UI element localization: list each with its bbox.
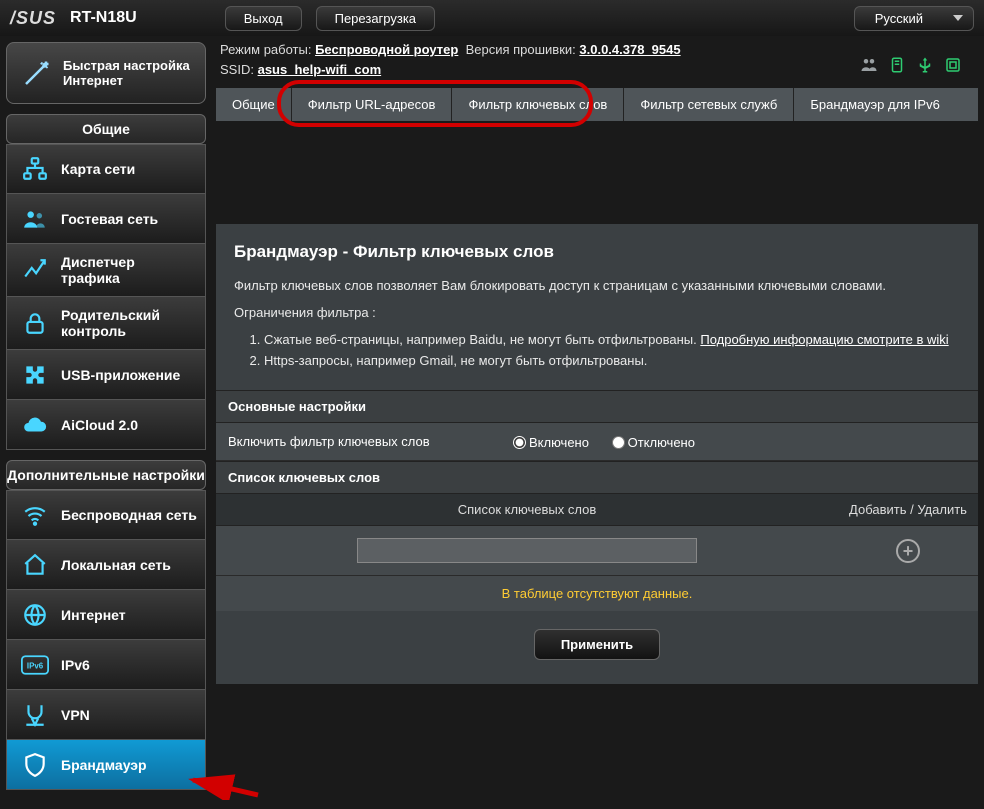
ssid-value[interactable]: asus_help-wifi_com bbox=[258, 62, 382, 77]
brand-logo: /SUS bbox=[10, 8, 56, 29]
sidebar-item-home[interactable]: Локальная сеть bbox=[6, 540, 206, 590]
sidebar-item-label: USB-приложение bbox=[61, 367, 180, 383]
sidebar-item-label: AiCloud 2.0 bbox=[61, 417, 138, 433]
wiki-link[interactable]: Подробную информацию смотрите в wiki bbox=[700, 332, 948, 347]
lock-icon bbox=[21, 309, 49, 337]
restrict-list: Сжатые веб-страницы, например Baidu, не … bbox=[234, 332, 960, 368]
sidebar-item-label: Карта сети bbox=[61, 161, 135, 177]
description: Фильтр ключевых слов позволяет Вам блоки… bbox=[234, 278, 960, 293]
sidebar-item-label: Беспроводная сеть bbox=[61, 507, 197, 523]
vpn-icon bbox=[21, 701, 49, 729]
home-icon bbox=[21, 551, 49, 579]
logout-button[interactable]: Выход bbox=[225, 6, 302, 31]
info-bar: Режим работы: Беспроводной роутер Версия… bbox=[220, 40, 964, 79]
section-list: Список ключевых слов bbox=[216, 461, 978, 494]
status-icons bbox=[860, 56, 962, 74]
wifi-status-icon[interactable] bbox=[888, 56, 906, 74]
language-select[interactable]: Русский bbox=[854, 6, 974, 31]
chevron-down-icon bbox=[953, 15, 963, 21]
col-action: Добавить / Удалить bbox=[838, 494, 978, 525]
wifi-icon bbox=[21, 501, 49, 529]
model-label: RT-N18U bbox=[70, 9, 137, 27]
sidebar-item-vpn[interactable]: VPN bbox=[6, 690, 206, 740]
sidebar-item-label: Гостевая сеть bbox=[61, 211, 158, 227]
clients-icon[interactable] bbox=[860, 56, 878, 74]
tab-netservice-filter[interactable]: Фильтр сетевых служб bbox=[624, 88, 794, 121]
section-basic: Основные настройки bbox=[216, 390, 978, 423]
reboot-button[interactable]: Перезагрузка bbox=[316, 6, 435, 31]
sidebar-item-network-map[interactable]: Карта сети bbox=[6, 144, 206, 194]
panel: Брандмауэр - Фильтр ключевых слов Фильтр… bbox=[216, 224, 978, 684]
sidebar-item-label: IPv6 bbox=[61, 657, 90, 673]
tab-general[interactable]: Общие bbox=[216, 88, 292, 121]
apply-button[interactable]: Применить bbox=[534, 629, 660, 660]
sidebar-item-traffic[interactable]: Диспетчер трафика bbox=[6, 244, 206, 297]
language-label: Русский bbox=[875, 11, 923, 26]
table-row: + bbox=[216, 526, 978, 576]
shield-icon bbox=[21, 751, 49, 779]
no-data-msg: В таблице отсутствуют данные. bbox=[216, 576, 978, 611]
radio-on[interactable] bbox=[513, 436, 526, 449]
content-area: Брандмауэр - Фильтр ключевых слов Фильтр… bbox=[216, 132, 978, 803]
table-header: Список ключевых слов Добавить / Удалить bbox=[216, 494, 978, 526]
fw-value[interactable]: 3.0.0.4.378_9545 bbox=[579, 42, 680, 57]
radio-on-label[interactable]: Включено bbox=[508, 435, 589, 450]
topbar: /SUS RT-N18U Выход Перезагрузка Русский bbox=[0, 0, 984, 36]
mode-label: Режим работы: bbox=[220, 42, 311, 57]
storage-icon[interactable] bbox=[944, 56, 962, 74]
sidebar-item-label: Брандмауэр bbox=[61, 757, 147, 773]
sidebar-item-label: Интернет bbox=[61, 607, 126, 623]
keyword-input[interactable] bbox=[357, 538, 697, 563]
tab-ipv6-firewall[interactable]: Брандмауэр для IPv6 bbox=[794, 88, 955, 121]
tab-keyword-filter[interactable]: Фильтр ключевых слов bbox=[452, 88, 624, 121]
restrict-item-1-text: Сжатые веб-страницы, например Baidu, не … bbox=[264, 332, 700, 347]
restrict-item-1: Сжатые веб-страницы, например Baidu, не … bbox=[264, 332, 960, 347]
globe-icon bbox=[21, 601, 49, 629]
wand-icon bbox=[21, 59, 51, 92]
radio-on-text: Включено bbox=[529, 435, 589, 450]
fw-label: Версия прошивки: bbox=[466, 42, 576, 57]
sidebar-item-shield[interactable]: Брандмауэр bbox=[6, 740, 206, 790]
ipv6-icon: IPv6 bbox=[21, 651, 49, 679]
col-keyword: Список ключевых слов bbox=[216, 494, 838, 525]
plus-icon: + bbox=[903, 542, 914, 560]
sidebar-header-advanced: Дополнительные настройки bbox=[6, 460, 206, 490]
restrict-label: Ограничения фильтра : bbox=[234, 305, 960, 320]
sidebar-item-ipv6[interactable]: IPv6 IPv6 bbox=[6, 640, 206, 690]
sidebar-item-label: VPN bbox=[61, 707, 90, 723]
sidebar-item-puzzle[interactable]: USB-приложение bbox=[6, 350, 206, 400]
enable-label: Включить фильтр ключевых слов bbox=[228, 434, 508, 449]
cloud-icon bbox=[21, 411, 49, 439]
restrict-item-2: Https-запросы, например Gmail, не могут … bbox=[264, 353, 960, 368]
radio-off-text: Отключено bbox=[628, 435, 695, 450]
sidebar-item-cloud[interactable]: AiCloud 2.0 bbox=[6, 400, 206, 450]
mode-value[interactable]: Беспроводной роутер bbox=[315, 42, 458, 57]
tab-strip: Общие Фильтр URL-адресов Фильтр ключевых… bbox=[216, 88, 978, 121]
tab-url-filter[interactable]: Фильтр URL-адресов bbox=[292, 88, 453, 121]
network-map-icon bbox=[21, 155, 49, 183]
ssid-label: SSID: bbox=[220, 62, 254, 77]
sidebar-item-globe[interactable]: Интернет bbox=[6, 590, 206, 640]
radio-off[interactable] bbox=[612, 436, 625, 449]
sidebar-item-label: Диспетчер трафика bbox=[61, 254, 197, 286]
sidebar-item-lock[interactable]: Родительский контроль bbox=[6, 297, 206, 350]
add-button[interactable]: + bbox=[896, 539, 920, 563]
quick-setup-button[interactable]: Быстрая настройка Интернет bbox=[6, 42, 206, 104]
enable-row: Включить фильтр ключевых слов Включено О… bbox=[216, 423, 978, 461]
page-title: Брандмауэр - Фильтр ключевых слов bbox=[234, 242, 960, 262]
usb-icon[interactable] bbox=[916, 56, 934, 74]
sidebar-header-general: Общие bbox=[6, 114, 206, 144]
guest-icon bbox=[21, 205, 49, 233]
quick-setup-label: Быстрая настройка Интернет bbox=[63, 58, 195, 88]
sidebar-item-wifi[interactable]: Беспроводная сеть bbox=[6, 490, 206, 540]
sidebar: Быстрая настройка Интернет Общие Карта с… bbox=[6, 42, 206, 790]
svg-text:IPv6: IPv6 bbox=[27, 661, 44, 670]
sidebar-item-guest[interactable]: Гостевая сеть bbox=[6, 194, 206, 244]
puzzle-icon bbox=[21, 361, 49, 389]
sidebar-item-label: Родительский контроль bbox=[61, 307, 197, 339]
radio-off-label[interactable]: Отключено bbox=[607, 435, 695, 450]
traffic-icon bbox=[21, 256, 49, 284]
sidebar-item-label: Локальная сеть bbox=[61, 557, 171, 573]
